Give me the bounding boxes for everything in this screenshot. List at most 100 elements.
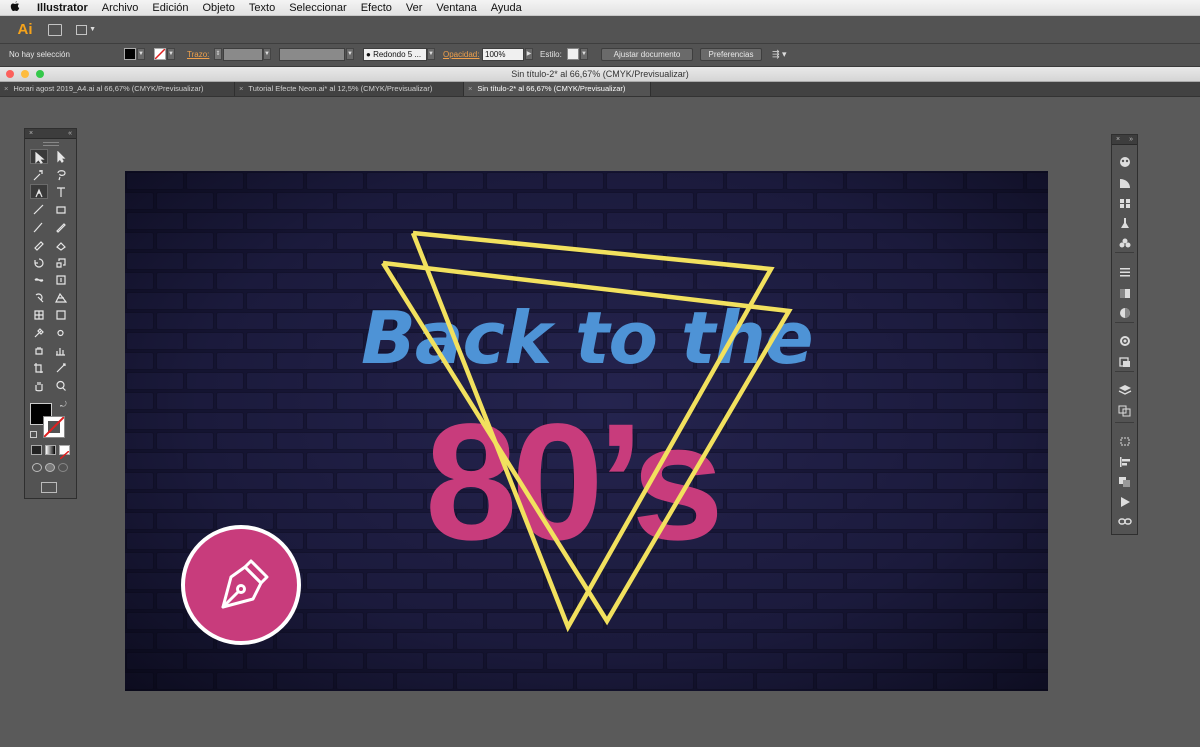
stroke-swatch[interactable]: [154, 48, 166, 60]
style-dropdown[interactable]: ▼: [580, 48, 588, 60]
menu-seleccionar[interactable]: Seleccionar: [282, 2, 353, 14]
rotate-tool-icon[interactable]: [30, 255, 48, 270]
pencil-tool-icon[interactable]: [52, 219, 70, 234]
pen-tool-icon[interactable]: [30, 184, 48, 200]
style-swatch[interactable]: [567, 48, 579, 60]
draw-inside-icon[interactable]: [58, 463, 68, 472]
artboards-icon[interactable]: [1118, 404, 1132, 417]
eighties-text[interactable]: 80’s: [425, 393, 755, 573]
stroke-weight-dropdown[interactable]: ▼: [263, 48, 271, 60]
tab-tutorial-neon[interactable]: × Tutorial Efecte Neon.ai* al 12,5% (CMYK…: [235, 82, 464, 96]
opacity-dropdown[interactable]: ▶: [525, 48, 533, 60]
brush-definition[interactable]: ● Redondo 5 ...: [363, 48, 427, 61]
variable-width-profile[interactable]: [279, 48, 345, 61]
menu-texto[interactable]: Texto: [242, 2, 282, 14]
tools-panel-header[interactable]: × «: [25, 129, 76, 139]
gradient-icon[interactable]: [1118, 286, 1132, 298]
artboard-tool-icon[interactable]: [30, 360, 48, 375]
profile-dropdown[interactable]: ▼: [346, 48, 354, 60]
menu-edicion[interactable]: Edición: [145, 2, 195, 14]
close-panel-icon[interactable]: ×: [1116, 135, 1120, 144]
appearance-icon[interactable]: [1118, 334, 1132, 346]
menu-ver[interactable]: Ver: [399, 2, 430, 14]
pen-badge[interactable]: [181, 525, 301, 645]
arrange-documents-icon[interactable]: ▼: [76, 24, 96, 36]
shape-builder-tool-icon[interactable]: [30, 290, 48, 305]
paintbrush-tool-icon[interactable]: [30, 219, 48, 234]
width-tool-icon[interactable]: [30, 272, 48, 287]
menu-illustrator[interactable]: Illustrator: [30, 2, 95, 14]
fill-dropdown[interactable]: ▼: [137, 48, 145, 60]
close-panel-icon[interactable]: ×: [29, 129, 33, 138]
brush-dropdown[interactable]: ▼: [427, 48, 435, 60]
line-tool-icon[interactable]: [30, 202, 48, 217]
none-mode-icon[interactable]: [59, 445, 70, 460]
eraser-tool-icon[interactable]: [52, 237, 70, 252]
blob-brush-tool-icon[interactable]: [30, 237, 48, 252]
stroke-weight-stepper[interactable]: ⇕: [214, 48, 222, 60]
free-transform-tool-icon[interactable]: [52, 272, 70, 287]
slice-tool-icon[interactable]: [52, 360, 70, 375]
perspective-grid-tool-icon[interactable]: [52, 290, 70, 305]
default-colors-icon[interactable]: [30, 431, 37, 438]
transparency-icon[interactable]: [1118, 306, 1132, 318]
swatches-icon[interactable]: [1118, 196, 1132, 208]
artboard[interactable]: Back to the 80’s: [125, 171, 1048, 691]
swap-arrow-icon[interactable]: ⤾: [60, 400, 67, 410]
screen-mode-icon[interactable]: [41, 482, 57, 493]
tab-sin-titulo-2[interactable]: × Sin título-2* al 66,67% (CMYK/Previsual…: [464, 82, 651, 96]
zoom-tool-icon[interactable]: [52, 378, 70, 393]
tab-horari[interactable]: × Horari agost 2019_A4.ai al 66,67% (CMYK…: [0, 82, 235, 96]
stroke-label[interactable]: Trazo:: [187, 48, 209, 62]
color-mode-icon[interactable]: [31, 445, 42, 455]
rectangle-tool-icon[interactable]: [52, 202, 70, 217]
menu-efecto[interactable]: Efecto: [354, 2, 399, 14]
graphic-styles-icon[interactable]: [1118, 355, 1132, 367]
close-tab-icon[interactable]: ×: [4, 84, 8, 93]
preferences-button[interactable]: Preferencias: [700, 48, 762, 61]
stroke-icon[interactable]: [1118, 265, 1132, 277]
close-tab-icon[interactable]: ×: [468, 84, 472, 93]
menu-ayuda[interactable]: Ayuda: [484, 2, 529, 14]
menu-objeto[interactable]: Objeto: [196, 2, 242, 14]
bridge-icon[interactable]: [48, 23, 62, 36]
brushes-icon[interactable]: [1118, 216, 1132, 228]
transform-icon[interactable]: [1118, 434, 1132, 446]
column-graph-tool-icon[interactable]: [52, 343, 70, 358]
links-icon[interactable]: [1118, 515, 1132, 527]
pathfinder-icon[interactable]: [1118, 475, 1132, 487]
actions-icon[interactable]: [1118, 495, 1132, 507]
menu-ventana[interactable]: Ventana: [429, 2, 483, 14]
collapse-panel-icon[interactable]: «: [68, 129, 72, 138]
color-guide-icon[interactable]: [1118, 176, 1132, 188]
panel-grip[interactable]: [42, 142, 59, 146]
symbols-icon[interactable]: [1118, 236, 1132, 248]
arrange-icon[interactable]: ⇶ ▾: [772, 48, 796, 60]
selection-tool-icon[interactable]: [30, 149, 48, 164]
fill-swatch[interactable]: [124, 48, 136, 60]
expand-panel-icon[interactable]: »: [1129, 135, 1133, 144]
gradient-mode-icon[interactable]: [45, 445, 56, 455]
scale-tool-icon[interactable]: [52, 255, 70, 270]
blend-tool-icon[interactable]: [52, 325, 70, 340]
close-window-icon[interactable]: [6, 70, 14, 78]
mesh-tool-icon[interactable]: [30, 307, 48, 322]
adjust-document-button[interactable]: Ajustar documento: [601, 48, 693, 61]
lasso-tool-icon[interactable]: [52, 167, 70, 182]
dock-header[interactable]: × »: [1112, 135, 1137, 145]
symbol-sprayer-tool-icon[interactable]: [30, 343, 48, 358]
draw-normal-icon[interactable]: [32, 463, 42, 472]
stroke-weight-field[interactable]: [223, 48, 263, 61]
draw-behind-icon[interactable]: [45, 463, 55, 472]
gradient-tool-icon[interactable]: [52, 307, 70, 322]
close-tab-icon[interactable]: ×: [239, 84, 243, 93]
eyedropper-tool-icon[interactable]: [30, 325, 48, 340]
layers-icon[interactable]: [1118, 383, 1132, 395]
type-tool-icon[interactable]: [52, 184, 70, 199]
color-icon[interactable]: [1118, 155, 1132, 167]
magic-wand-tool-icon[interactable]: [30, 167, 48, 182]
apple-icon[interactable]: [0, 0, 30, 15]
zoom-window-icon[interactable]: [36, 70, 44, 78]
opacity-label[interactable]: Opacidad:: [443, 48, 479, 62]
menu-archivo[interactable]: Archivo: [95, 2, 146, 14]
